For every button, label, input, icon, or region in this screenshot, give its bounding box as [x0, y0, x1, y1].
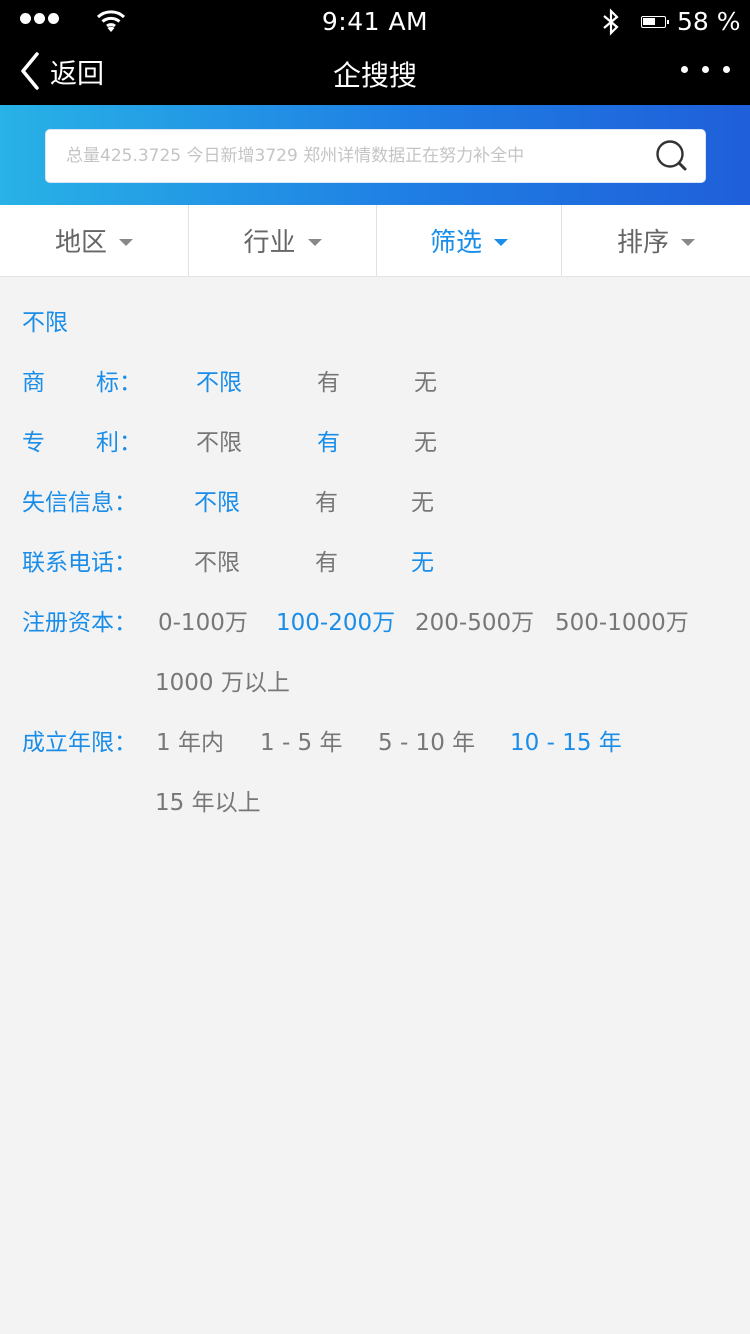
filter-label-trademark-b: 标： — [96, 370, 142, 396]
page-title: 企搜搜 — [332, 59, 417, 92]
caret-down-icon — [307, 238, 322, 246]
chevron-left-icon — [21, 52, 39, 90]
filter-row-years-2: 15 年以上 — [0, 783, 750, 823]
tab-sort[interactable]: 排序 — [561, 205, 750, 276]
caret-down-icon — [494, 238, 508, 246]
filter-row-dishonest: 失信信息： 不限 有 无 — [0, 483, 750, 523]
filter-row-capital: 注册资本： 0-100万 100-200万 200-500万 500-1000万 — [0, 603, 750, 643]
tab-region[interactable]: 地区 — [0, 205, 188, 276]
filter-label-capital: 注册资本： — [22, 610, 137, 636]
more-dots-icon[interactable] — [681, 66, 730, 73]
caret-down-icon — [119, 238, 133, 246]
option-dishonest-any[interactable]: 不限 — [194, 483, 240, 517]
filter-row-trademark: 商 标： 不限 有 无 — [0, 363, 750, 403]
option-phone-any[interactable]: 不限 — [194, 543, 240, 577]
status-bar: 9:41 AM 58 % — [0, 0, 750, 42]
option-dishonest-yes[interactable]: 有 — [315, 483, 338, 517]
filter-row-patent: 专 利： 不限 有 无 — [0, 423, 750, 463]
option-trademark-yes[interactable]: 有 — [317, 363, 340, 397]
battery-icon — [641, 16, 669, 28]
tab-industry[interactable]: 行业 — [188, 205, 376, 276]
option-phone-yes[interactable]: 有 — [315, 543, 338, 577]
filter-row-phone: 联系电话： 不限 有 无 — [0, 543, 750, 583]
filter-label-years: 成立年限： — [22, 730, 137, 756]
search-band — [0, 105, 750, 205]
option-trademark-any[interactable]: 不限 — [196, 363, 242, 397]
filter-label-dishonest: 失信信息： — [22, 490, 137, 516]
option-years-10-15[interactable]: 10 - 15 年 — [510, 723, 622, 757]
option-years-1-5[interactable]: 1 - 5 年 — [260, 723, 343, 757]
filter-label-patent-b: 利： — [96, 430, 142, 456]
tab-label: 地区 — [54, 228, 107, 258]
option-patent-no[interactable]: 无 — [414, 423, 437, 457]
caret-down-icon — [681, 238, 695, 246]
option-capital-500-1000[interactable]: 500-1000万 — [555, 603, 689, 637]
tab-label: 行业 — [243, 228, 296, 258]
nav-bar: 返回 企搜搜 — [0, 42, 750, 105]
search-box — [45, 129, 706, 183]
status-time: 9:41 AM — [321, 7, 429, 36]
option-capital-100-200[interactable]: 100-200万 — [276, 603, 395, 637]
tab-label: 排序 — [616, 228, 669, 258]
option-patent-any[interactable]: 不限 — [196, 423, 242, 457]
filter-label-patent-a: 专 — [22, 430, 45, 456]
filter-label-trademark-a: 商 — [22, 370, 45, 396]
battery-percent: 58 % — [677, 7, 741, 36]
option-patent-yes[interactable]: 有 — [317, 423, 340, 457]
unlimited-all-option[interactable]: 不限 — [22, 303, 68, 337]
search-icon[interactable] — [655, 139, 689, 173]
back-label: 返回 — [50, 58, 104, 90]
tab-label: 筛选 — [429, 228, 482, 258]
tab-filter[interactable]: 筛选 — [376, 205, 561, 276]
search-input[interactable] — [66, 130, 646, 181]
bluetooth-icon — [603, 8, 619, 36]
filter-label-phone: 联系电话： — [22, 550, 137, 576]
option-capital-200-500[interactable]: 200-500万 — [415, 603, 534, 637]
option-phone-no[interactable]: 无 — [411, 543, 434, 577]
back-button[interactable]: 返回 — [20, 50, 104, 92]
option-capital-0-100[interactable]: 0-100万 — [158, 603, 248, 637]
option-years-under-1[interactable]: 1 年内 — [156, 723, 224, 757]
filter-row-years: 成立年限： 1 年内 1 - 5 年 5 - 10 年 10 - 15 年 — [0, 723, 750, 763]
option-years-5-10[interactable]: 5 - 10 年 — [378, 723, 475, 757]
option-years-15-plus[interactable]: 15 年以上 — [155, 783, 261, 817]
option-capital-1000-plus[interactable]: 1000 万以上 — [155, 663, 290, 697]
option-dishonest-no[interactable]: 无 — [411, 483, 434, 517]
filter-row-capital-2: 1000 万以上 — [0, 663, 750, 703]
filter-tabs: 地区 行业 筛选 排序 — [0, 205, 750, 277]
option-trademark-no[interactable]: 无 — [414, 363, 437, 397]
